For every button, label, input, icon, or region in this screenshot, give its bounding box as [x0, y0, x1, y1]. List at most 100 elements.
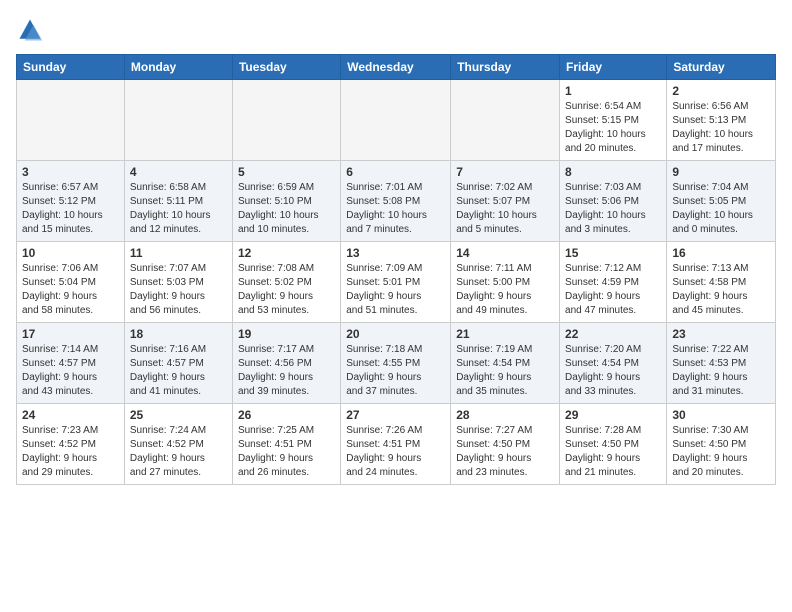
calendar-cell: 26 Sunrise: 7:25 AM Sunset: 4:51 PM Dayli…	[232, 404, 340, 485]
day-number: 14	[456, 246, 554, 260]
calendar-cell: 11 Sunrise: 7:07 AM Sunset: 5:03 PM Dayli…	[124, 242, 232, 323]
weekday-header-thursday: Thursday	[451, 55, 560, 80]
calendar-cell: 2Sunrise: 6:56 AM Sunset: 5:13 PM Daylig…	[667, 80, 776, 161]
day-info: Sunrise: 7:23 AM Sunset: 4:52 PM Dayligh…	[22, 424, 119, 480]
weekday-header-sunday: Sunday	[17, 55, 125, 80]
day-info: Sunrise: 6:56 AM Sunset: 5:13 PM Dayligh…	[672, 100, 770, 156]
calendar-cell: 30Sunrise: 7:30 AM Sunset: 4:50 PM Dayli…	[667, 404, 776, 485]
day-info: Sunrise: 7:14 AM Sunset: 4:57 PM Dayligh…	[22, 343, 119, 399]
calendar-cell	[17, 80, 125, 161]
calendar-cell: 3 Sunrise: 6:57 AM Sunset: 5:12 PM Daylig…	[17, 161, 125, 242]
calendar-cell: 17 Sunrise: 7:14 AM Sunset: 4:57 PM Dayli…	[17, 323, 125, 404]
day-number: 1	[565, 84, 661, 98]
day-info: Sunrise: 6:58 AM Sunset: 5:11 PM Dayligh…	[130, 181, 227, 237]
calendar-week-3: 10 Sunrise: 7:06 AM Sunset: 5:04 PM Dayli…	[17, 242, 776, 323]
logo-icon	[16, 16, 44, 44]
calendar-cell	[232, 80, 340, 161]
day-info: Sunrise: 7:01 AM Sunset: 5:08 PM Dayligh…	[346, 181, 445, 237]
day-info: Sunrise: 7:26 AM Sunset: 4:51 PM Dayligh…	[346, 424, 445, 480]
calendar-cell: 12 Sunrise: 7:08 AM Sunset: 5:02 PM Dayli…	[232, 242, 340, 323]
day-number: 21	[456, 327, 554, 341]
day-info: Sunrise: 6:59 AM Sunset: 5:10 PM Dayligh…	[238, 181, 335, 237]
day-number: 10	[22, 246, 119, 260]
day-number: 5	[238, 165, 335, 179]
calendar-cell: 25 Sunrise: 7:24 AM Sunset: 4:52 PM Dayli…	[124, 404, 232, 485]
day-info: Sunrise: 7:07 AM Sunset: 5:03 PM Dayligh…	[130, 262, 227, 318]
day-info: Sunrise: 7:25 AM Sunset: 4:51 PM Dayligh…	[238, 424, 335, 480]
calendar-cell: 9Sunrise: 7:04 AM Sunset: 5:05 PM Daylig…	[667, 161, 776, 242]
calendar-cell: 18 Sunrise: 7:16 AM Sunset: 4:57 PM Dayli…	[124, 323, 232, 404]
day-info: Sunrise: 7:09 AM Sunset: 5:01 PM Dayligh…	[346, 262, 445, 318]
day-info: Sunrise: 7:19 AM Sunset: 4:54 PM Dayligh…	[456, 343, 554, 399]
calendar-cell: 22Sunrise: 7:20 AM Sunset: 4:54 PM Dayli…	[560, 323, 667, 404]
day-info: Sunrise: 7:12 AM Sunset: 4:59 PM Dayligh…	[565, 262, 661, 318]
day-info: Sunrise: 7:27 AM Sunset: 4:50 PM Dayligh…	[456, 424, 554, 480]
calendar-cell: 21 Sunrise: 7:19 AM Sunset: 4:54 PM Dayli…	[451, 323, 560, 404]
day-info: Sunrise: 7:16 AM Sunset: 4:57 PM Dayligh…	[130, 343, 227, 399]
calendar-cell	[341, 80, 451, 161]
calendar-cell: 5 Sunrise: 6:59 AM Sunset: 5:10 PM Daylig…	[232, 161, 340, 242]
day-number: 13	[346, 246, 445, 260]
day-info: Sunrise: 7:03 AM Sunset: 5:06 PM Dayligh…	[565, 181, 661, 237]
calendar-cell	[451, 80, 560, 161]
day-info: Sunrise: 7:08 AM Sunset: 5:02 PM Dayligh…	[238, 262, 335, 318]
day-number: 16	[672, 246, 770, 260]
weekday-header-friday: Friday	[560, 55, 667, 80]
weekday-header-saturday: Saturday	[667, 55, 776, 80]
calendar-week-2: 3 Sunrise: 6:57 AM Sunset: 5:12 PM Daylig…	[17, 161, 776, 242]
weekday-header-wednesday: Wednesday	[341, 55, 451, 80]
calendar-cell	[124, 80, 232, 161]
day-number: 8	[565, 165, 661, 179]
weekday-header-tuesday: Tuesday	[232, 55, 340, 80]
day-number: 17	[22, 327, 119, 341]
calendar-table: SundayMondayTuesdayWednesdayThursdayFrid…	[16, 54, 776, 485]
day-info: Sunrise: 7:28 AM Sunset: 4:50 PM Dayligh…	[565, 424, 661, 480]
calendar-cell: 10 Sunrise: 7:06 AM Sunset: 5:04 PM Dayli…	[17, 242, 125, 323]
day-number: 11	[130, 246, 227, 260]
day-info: Sunrise: 7:04 AM Sunset: 5:05 PM Dayligh…	[672, 181, 770, 237]
calendar-cell: 6 Sunrise: 7:01 AM Sunset: 5:08 PM Daylig…	[341, 161, 451, 242]
weekday-header-monday: Monday	[124, 55, 232, 80]
day-number: 3	[22, 165, 119, 179]
calendar-cell: 16 Sunrise: 7:13 AM Sunset: 4:58 PM Dayli…	[667, 242, 776, 323]
day-number: 25	[130, 408, 227, 422]
day-info: Sunrise: 7:06 AM Sunset: 5:04 PM Dayligh…	[22, 262, 119, 318]
calendar-cell: 4 Sunrise: 6:58 AM Sunset: 5:11 PM Daylig…	[124, 161, 232, 242]
day-number: 12	[238, 246, 335, 260]
day-number: 7	[456, 165, 554, 179]
calendar-week-1: 1 Sunrise: 6:54 AM Sunset: 5:15 PM Daylig…	[17, 80, 776, 161]
calendar-cell: 20Sunrise: 7:18 AM Sunset: 4:55 PM Dayli…	[341, 323, 451, 404]
logo	[16, 16, 48, 44]
weekday-header-row: SundayMondayTuesdayWednesdayThursdayFrid…	[17, 55, 776, 80]
calendar-cell: 7 Sunrise: 7:02 AM Sunset: 5:07 PM Daylig…	[451, 161, 560, 242]
calendar-week-5: 24Sunrise: 7:23 AM Sunset: 4:52 PM Dayli…	[17, 404, 776, 485]
calendar-cell: 28 Sunrise: 7:27 AM Sunset: 4:50 PM Dayli…	[451, 404, 560, 485]
day-info: Sunrise: 6:57 AM Sunset: 5:12 PM Dayligh…	[22, 181, 119, 237]
day-number: 19	[238, 327, 335, 341]
day-number: 30	[672, 408, 770, 422]
calendar-cell: 8 Sunrise: 7:03 AM Sunset: 5:06 PM Daylig…	[560, 161, 667, 242]
day-number: 15	[565, 246, 661, 260]
day-info: Sunrise: 7:17 AM Sunset: 4:56 PM Dayligh…	[238, 343, 335, 399]
day-number: 18	[130, 327, 227, 341]
day-number: 23	[672, 327, 770, 341]
calendar-cell: 19 Sunrise: 7:17 AM Sunset: 4:56 PM Dayli…	[232, 323, 340, 404]
day-info: Sunrise: 7:02 AM Sunset: 5:07 PM Dayligh…	[456, 181, 554, 237]
day-number: 22	[565, 327, 661, 341]
day-number: 27	[346, 408, 445, 422]
day-number: 4	[130, 165, 227, 179]
day-number: 26	[238, 408, 335, 422]
day-info: Sunrise: 7:24 AM Sunset: 4:52 PM Dayligh…	[130, 424, 227, 480]
calendar-week-4: 17 Sunrise: 7:14 AM Sunset: 4:57 PM Dayli…	[17, 323, 776, 404]
day-number: 6	[346, 165, 445, 179]
day-info: Sunrise: 7:13 AM Sunset: 4:58 PM Dayligh…	[672, 262, 770, 318]
calendar-cell: 23 Sunrise: 7:22 AM Sunset: 4:53 PM Dayli…	[667, 323, 776, 404]
page: SundayMondayTuesdayWednesdayThursdayFrid…	[0, 0, 792, 495]
day-number: 20	[346, 327, 445, 341]
calendar-cell: 1 Sunrise: 6:54 AM Sunset: 5:15 PM Daylig…	[560, 80, 667, 161]
calendar-cell: 13 Sunrise: 7:09 AM Sunset: 5:01 PM Dayli…	[341, 242, 451, 323]
day-info: Sunrise: 6:54 AM Sunset: 5:15 PM Dayligh…	[565, 100, 661, 156]
day-info: Sunrise: 7:22 AM Sunset: 4:53 PM Dayligh…	[672, 343, 770, 399]
day-number: 28	[456, 408, 554, 422]
calendar-cell: 27 Sunrise: 7:26 AM Sunset: 4:51 PM Dayli…	[341, 404, 451, 485]
